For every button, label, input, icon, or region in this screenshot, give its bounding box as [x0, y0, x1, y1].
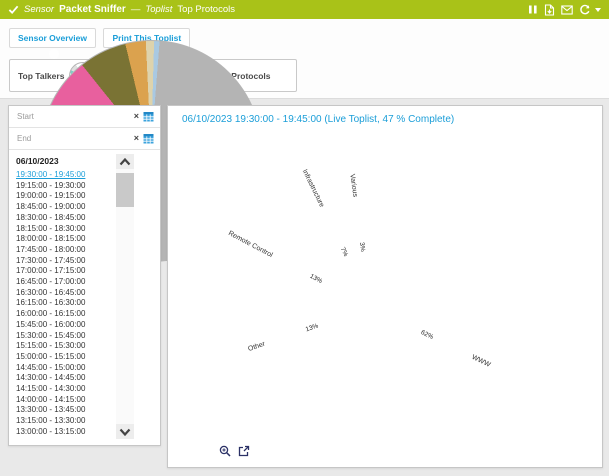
scrollbar-track[interactable] — [116, 169, 134, 424]
email-icon[interactable] — [561, 5, 573, 15]
chart-title: 06/10/2023 19:30:00 - 19:45:00 (Live Top… — [182, 114, 454, 125]
calendar-icon[interactable] — [143, 111, 154, 122]
toplist-interval-item[interactable]: 17:00:00 - 17:15:00 — [16, 266, 85, 277]
toplist-interval-item[interactable]: 14:00:00 - 14:15:00 — [16, 395, 85, 406]
sensor-name: Packet Sniffer — [59, 4, 126, 15]
toplist-interval-item[interactable]: 13:30:00 - 13:45:00 — [16, 405, 85, 416]
interval-list-items: 19:30:00 - 19:45:0019:15:00 - 19:30:0019… — [16, 170, 85, 438]
toplist-interval-item[interactable]: 13:00:00 - 13:15:00 — [16, 427, 85, 438]
content-area: × × 06/10/2023 19:30:00 - 19:45:0019:15:… — [0, 99, 609, 468]
file-download-icon[interactable] — [544, 4, 555, 16]
tab-label: Top Talkers — [18, 71, 64, 81]
toplist-interval-item[interactable]: 15:00:00 - 15:15:00 — [16, 352, 85, 363]
title-bar-actions — [528, 4, 601, 16]
toplist-label: Toplist — [145, 4, 172, 15]
end-date-input[interactable] — [15, 133, 130, 144]
slice-name-label: Infrastructure — [300, 169, 324, 209]
slice-name-label: WWW — [470, 354, 491, 369]
calendar-icon[interactable] — [143, 133, 154, 144]
sensor-label: Sensor — [24, 4, 54, 15]
open-external-icon[interactable] — [238, 445, 250, 457]
scroll-up-arrow-icon[interactable] — [116, 154, 134, 169]
interval-date-header: 06/10/2023 — [9, 152, 160, 168]
toplist-interval-item[interactable]: 18:45:00 - 19:00:00 — [16, 202, 85, 213]
toplist-interval-item[interactable]: 17:45:00 - 18:00:00 — [16, 245, 85, 256]
interval-filter-panel: × × 06/10/2023 19:30:00 - 19:45:0019:15:… — [8, 105, 161, 446]
toplist-interval-item[interactable]: 19:00:00 - 19:15:00 — [16, 191, 85, 202]
toplist-interval-item[interactable]: 16:45:00 - 17:00:00 — [16, 277, 85, 288]
scroll-down-arrow-icon[interactable] — [116, 424, 134, 439]
start-date-row: × — [9, 106, 160, 128]
slice-name-label: Remote Control — [227, 230, 274, 259]
toplist-interval-item[interactable]: 14:15:00 - 14:30:00 — [16, 384, 85, 395]
check-icon — [8, 4, 19, 15]
zoom-icon[interactable] — [219, 445, 231, 457]
toplist-chart-panel: 06/10/2023 19:30:00 - 19:45:00 (Live Top… — [167, 105, 603, 468]
prtg-toplist-window: Sensor Packet Sniffer — Toplist Top Prot… — [0, 0, 609, 476]
toplist-interval-item[interactable]: 18:30:00 - 18:45:00 — [16, 213, 85, 224]
end-date-row: × — [9, 128, 160, 150]
refresh-icon[interactable] — [579, 4, 591, 16]
toplist-interval-item[interactable]: 15:15:00 - 15:30:00 — [16, 341, 85, 352]
toplist-interval-item[interactable]: 19:15:00 - 19:30:00 — [16, 181, 85, 192]
toplist-interval-item[interactable]: 16:00:00 - 16:15:00 — [16, 309, 85, 320]
toplist-interval-item[interactable]: 13:15:00 - 13:30:00 — [16, 416, 85, 427]
pause-icon[interactable] — [528, 4, 538, 15]
toplist-interval-item[interactable]: 14:30:00 - 14:45:00 — [16, 373, 85, 384]
interval-list: 06/10/2023 19:30:00 - 19:45:0019:15:00 -… — [9, 152, 160, 445]
title-bar: Sensor Packet Sniffer — Toplist Top Prot… — [0, 0, 609, 19]
toplist-name: Top Protocols — [177, 4, 235, 15]
start-date-input[interactable] — [15, 111, 130, 122]
clear-end-icon[interactable]: × — [134, 134, 139, 143]
toplist-interval-item[interactable]: 16:15:00 - 16:30:00 — [16, 298, 85, 309]
tab-top-protocols[interactable]: Top Protocols — [205, 59, 297, 92]
slice-name-label: Various — [348, 174, 358, 198]
caret-down-icon[interactable] — [595, 8, 601, 12]
toplist-tabs: Top Talkers Top Connections Top Protocol… — [9, 59, 609, 92]
toplist-interval-item[interactable]: 19:30:00 - 19:45:00 — [16, 170, 85, 181]
title-dash: — — [131, 4, 141, 15]
donut-chart-container: 62%WWW13%Other13%Remote Control7%Infrast… — [221, 158, 521, 458]
sensor-overview-button[interactable]: Sensor Overview — [9, 28, 96, 48]
toplist-interval-item[interactable]: 18:15:00 - 18:30:00 — [16, 224, 85, 235]
chart-tools — [219, 445, 250, 457]
toolbar-section: Sensor Overview Print This Toplist Top T… — [0, 19, 609, 99]
clear-start-icon[interactable]: × — [134, 112, 139, 121]
toplist-interval-item[interactable]: 15:45:00 - 16:00:00 — [16, 320, 85, 331]
slice-name-label: Other — [247, 341, 266, 353]
toplist-interval-item[interactable]: 16:30:00 - 16:45:00 — [16, 288, 85, 299]
toplist-interval-item[interactable]: 14:45:00 - 15:00:00 — [16, 363, 85, 374]
toplist-interval-item[interactable]: 18:00:00 - 18:15:00 — [16, 234, 85, 245]
scrollbar-thumb[interactable] — [116, 173, 134, 207]
toplist-interval-item[interactable]: 15:30:00 - 15:45:00 — [16, 331, 85, 342]
interval-scrollbar — [116, 154, 134, 439]
toplist-interval-item[interactable]: 17:30:00 - 17:45:00 — [16, 256, 85, 267]
donut-hole — [327, 264, 415, 352]
